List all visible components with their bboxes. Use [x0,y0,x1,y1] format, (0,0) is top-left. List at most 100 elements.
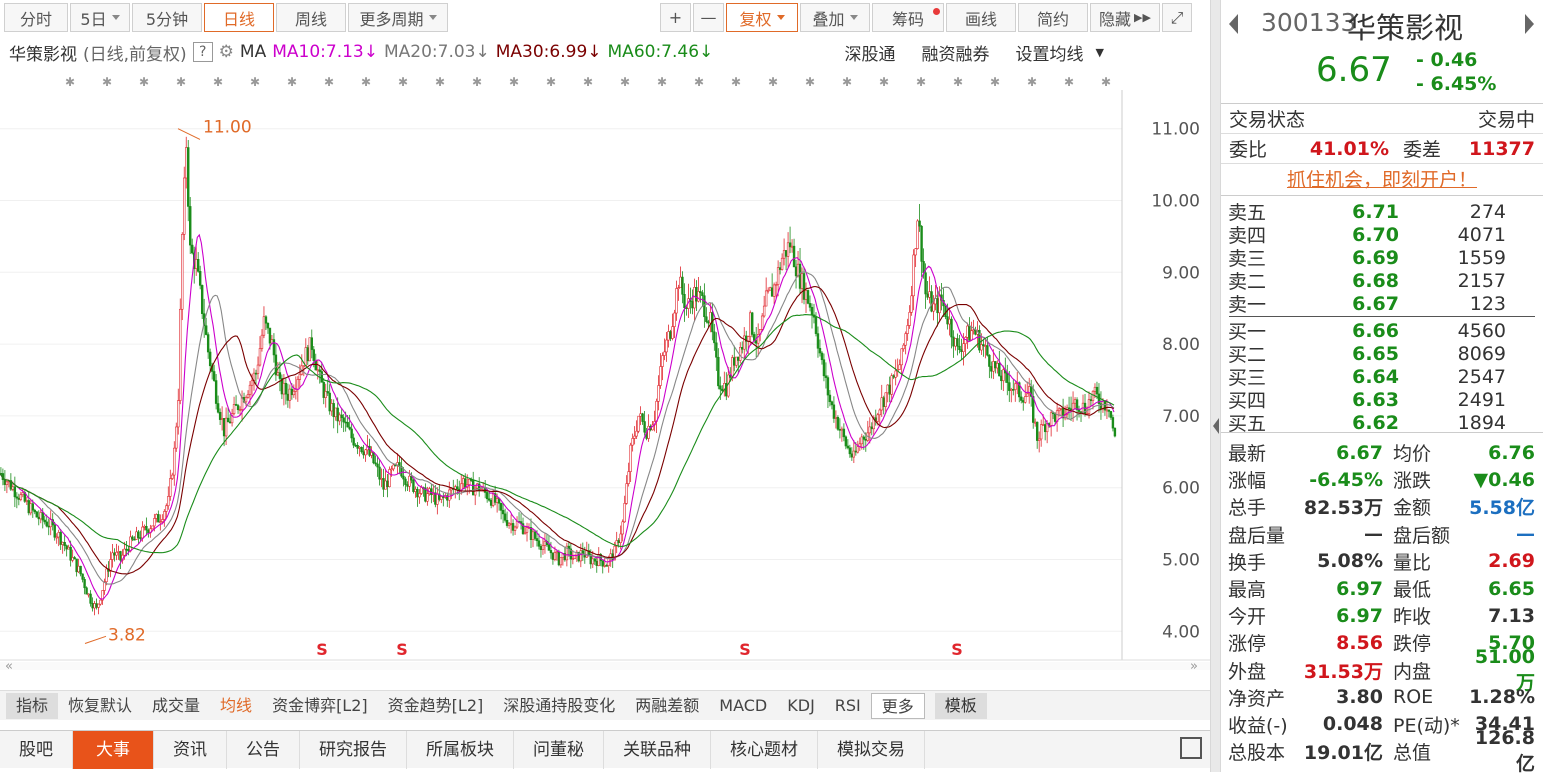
candle-body [557,551,561,566]
candle-body [310,337,313,350]
bid-row[interactable]: 买五 6.62 1894 [1221,411,1543,436]
ma60-value: MA60:7.46 [607,42,700,62]
period-5day[interactable]: 5日 [70,3,130,32]
candle-body [346,422,349,428]
candle-body [169,478,172,497]
candle-body [627,471,630,484]
bottom-tab[interactable]: 股吧 [0,730,73,769]
fullscreen-button[interactable]: ⤢ [1162,3,1192,32]
change-percent: - 6.45% [1416,73,1497,95]
bid-row[interactable]: 买四 6.63 2491 [1221,388,1543,413]
bottom-tab[interactable]: 大事 [73,730,154,769]
event-marker-icon: ✱ [435,75,445,89]
candle-body [1012,389,1015,391]
candle-body [41,512,44,521]
indicator-tab[interactable]: KDJ [777,693,825,719]
next-stock-icon[interactable] [1525,14,1534,34]
ask-row[interactable]: 卖四 6.70 4071 [1221,223,1543,248]
draw-line-button[interactable]: 画线 [946,3,1016,32]
candle-body [994,361,997,369]
candle-body [906,325,909,334]
period-more[interactable]: 更多周期 [348,3,448,32]
zoom-in-button[interactable]: + [660,3,691,32]
link-rongzi[interactable]: 融资融券 [922,40,990,65]
candle-body [390,468,393,471]
candle-body [513,526,517,531]
indicator-tab[interactable]: 资金趋势[L2] [378,693,494,719]
fuquan-button[interactable]: 复权 [726,3,798,32]
candle-body [266,322,270,329]
bottom-tab[interactable]: 公告 [227,730,300,769]
max-price-label: 11.00 [203,117,252,137]
overlay-button[interactable]: 叠加 [800,3,870,32]
candle-body [713,331,716,344]
bottom-tab[interactable]: 资讯 [154,730,227,769]
bottom-tab[interactable]: 模拟交易 [818,730,925,769]
period-fenshi[interactable]: 分时 [4,3,68,32]
period-more-label: 更多周期 [359,9,424,29]
indicator-tab[interactable]: 两融差额 [625,693,709,719]
settings-gear-icon[interactable]: ⚙ [219,42,234,62]
indicator-tab[interactable]: 模板 [934,692,987,719]
ask-row[interactable]: 卖三 6.69 1559 [1221,246,1543,271]
chouma-button[interactable]: 筹码 [872,3,944,32]
stat-value: ▼0.46 [1473,468,1536,491]
bid-row[interactable]: 买三 6.64 2547 [1221,365,1543,390]
candle-body [950,318,953,338]
link-shengutong[interactable]: 深股通 [845,40,896,65]
indicator-tab[interactable]: 指标 [6,692,59,719]
bottom-tab[interactable]: 所属板块 [407,730,514,769]
candle-body [1035,421,1039,441]
link-set-ma[interactable]: 设置均线 [1016,40,1084,65]
bottom-tab[interactable]: 关联品种 [604,730,711,769]
period-weekly[interactable]: 周线 [276,3,346,32]
prev-stock-icon[interactable] [1229,14,1238,34]
candle-body [737,356,740,361]
event-marker-icon: ✱ [176,75,186,89]
zoom-out-button[interactable]: — [693,3,724,32]
kline-chart[interactable]: 4.00 5.00 6.00 7.00 8.00 9.00 10.00 11.00 ✱ ✱ ✱ ✱ ✱ ✱… [0,70,1210,670]
indicator-tab[interactable]: 均线 [210,693,262,719]
candle-body [228,421,232,424]
candle-body [376,463,379,468]
open-account-link[interactable]: 抓住机会，即刻开户！ [1221,164,1543,196]
stat-label: 涨幅 [1228,470,1267,493]
candle-body [593,558,596,562]
indicator-tab[interactable]: 资金博弈[L2] [262,693,378,719]
period-daily[interactable]: 日线 [204,3,274,32]
simple-mode-button[interactable]: 简约 [1018,3,1088,32]
candle-body [1014,383,1017,390]
indicator-tab[interactable]: 成交量 [142,693,210,719]
bid-row[interactable]: 买二 6.65 8069 [1221,342,1543,367]
stat-row: 总手 82.53万 金额 5.58亿 [1221,493,1543,520]
indicator-tab[interactable]: 更多 [870,692,925,719]
collapse-arrow-icon[interactable] [1213,418,1219,434]
level-volume: 1894 [1457,411,1506,434]
bottom-tab[interactable]: 核心题材 [711,730,818,769]
indicator-tab[interactable]: 深股通持股变化 [493,693,625,719]
hide-button[interactable]: 隐藏 ▶▶ [1090,3,1160,32]
indicator-tab[interactable]: MACD [709,693,777,719]
download-icon[interactable] [1180,737,1202,759]
indicator-tab[interactable]: 恢复默认 [58,693,142,719]
candle-body [751,312,754,335]
candle-body [904,333,907,346]
candle-body [1073,399,1077,404]
bottom-tab[interactable]: 问董秘 [514,730,604,769]
candle-body [189,206,192,246]
help-button[interactable]: ? [192,42,213,62]
candle-body [286,393,290,401]
bid-row[interactable]: 买一 6.66 4560 [1221,319,1543,344]
candle-body [330,403,333,412]
indicator-tab[interactable]: RSI [825,693,871,719]
ask-row[interactable]: 卖一 6.67 123 [1221,292,1543,317]
candle-body [986,345,989,356]
candle-body [623,503,626,523]
period-5min[interactable]: 5分钟 [132,3,202,32]
trade-status-row: 交易状态 交易中 [1221,104,1543,134]
ask-row[interactable]: 卖二 6.68 2157 [1221,269,1543,294]
bottom-tab[interactable]: 研究报告 [300,730,407,769]
panel-divider[interactable] [1210,0,1221,772]
ask-row[interactable]: 卖五 6.71 274 [1221,200,1543,225]
candle-body [1111,417,1115,429]
